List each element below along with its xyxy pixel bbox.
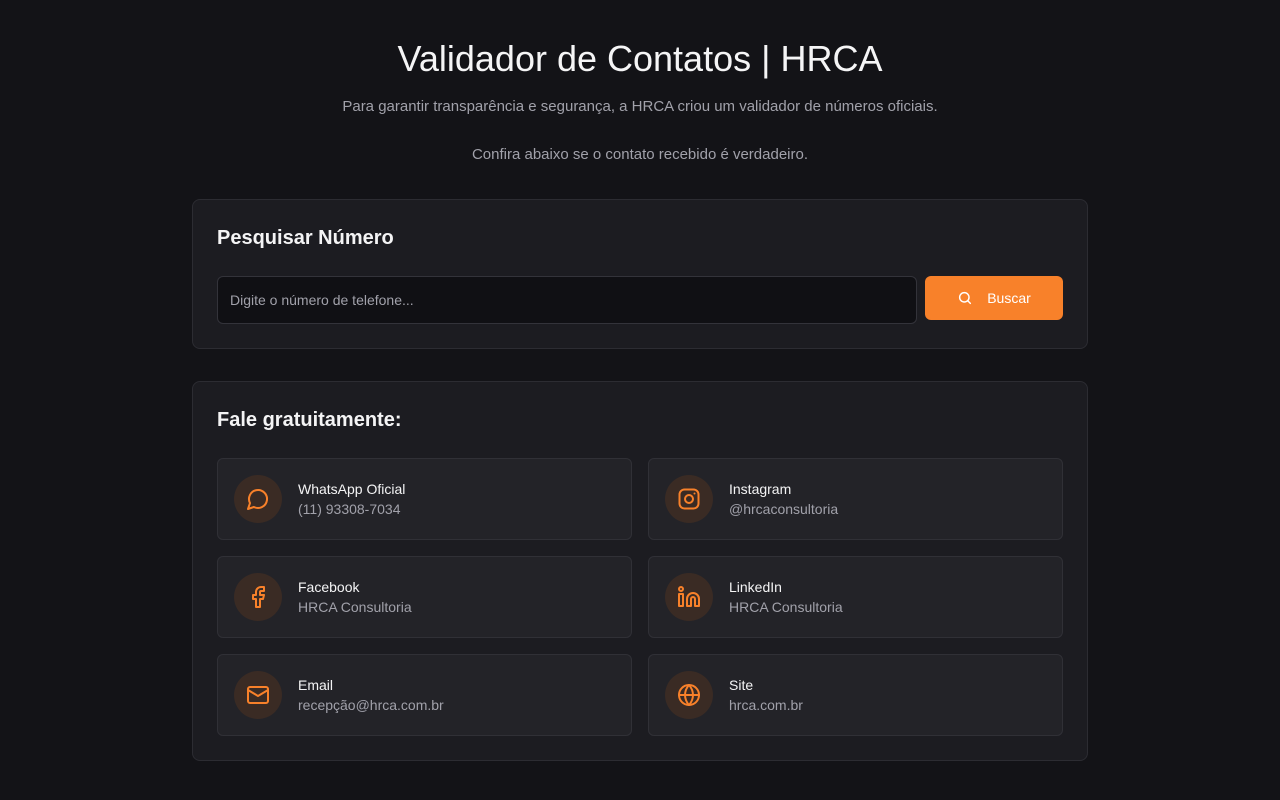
contact-whatsapp[interactable]: WhatsApp Oficial (11) 93308-7034 [217, 458, 632, 540]
contact-facebook[interactable]: Facebook HRCA Consultoria [217, 556, 632, 638]
contact-value: HRCA Consultoria [298, 599, 412, 615]
contact-linkedin[interactable]: LinkedIn HRCA Consultoria [648, 556, 1063, 638]
contacts-card-title: Fale gratuitamente: [217, 409, 402, 431]
facebook-icon [234, 573, 282, 621]
contact-email[interactable]: Email recepção@hrca.com.br [217, 654, 632, 736]
contact-value: hrca.com.br [729, 697, 803, 713]
contact-label: Instagram [729, 481, 792, 497]
contact-value: @hrcaconsultoria [729, 501, 839, 517]
contact-instagram[interactable]: Instagram @hrcaconsultoria [648, 458, 1063, 540]
contact-label: Email [298, 677, 334, 693]
mail-icon [234, 671, 282, 719]
phone-search-input[interactable] [217, 276, 917, 324]
page-title: Validador de Contatos | HRCA [397, 38, 883, 79]
page-subtitle-secondary: Confira abaixo se o contato recebido é v… [471, 146, 809, 163]
search-button[interactable]: Buscar [925, 276, 1063, 320]
contact-value: (11) 93308-7034 [298, 501, 401, 517]
contact-value: HRCA Consultoria [729, 599, 843, 615]
instagram-icon [665, 475, 713, 523]
search-card: Pesquisar Número Buscar [192, 199, 1088, 349]
contact-value: recepção@hrca.com.br [298, 697, 444, 713]
contact-site[interactable]: Site hrca.com.br [648, 654, 1063, 736]
search-card-title: Pesquisar Número [217, 227, 394, 249]
page-subtitle: Para garantir transparência e segurança,… [342, 98, 938, 115]
contacts-card: Fale gratuitamente: WhatsApp Oficial (11… [192, 381, 1088, 761]
contact-label: Site [729, 677, 754, 693]
contact-label: WhatsApp Oficial [298, 481, 406, 497]
contact-label: LinkedIn [729, 579, 782, 595]
search-icon [959, 291, 972, 305]
message-circle-icon [234, 475, 282, 523]
linkedin-icon [665, 573, 713, 621]
contact-label: Facebook [298, 579, 360, 595]
search-button-label: Buscar [987, 290, 1031, 306]
globe-icon [665, 671, 713, 719]
